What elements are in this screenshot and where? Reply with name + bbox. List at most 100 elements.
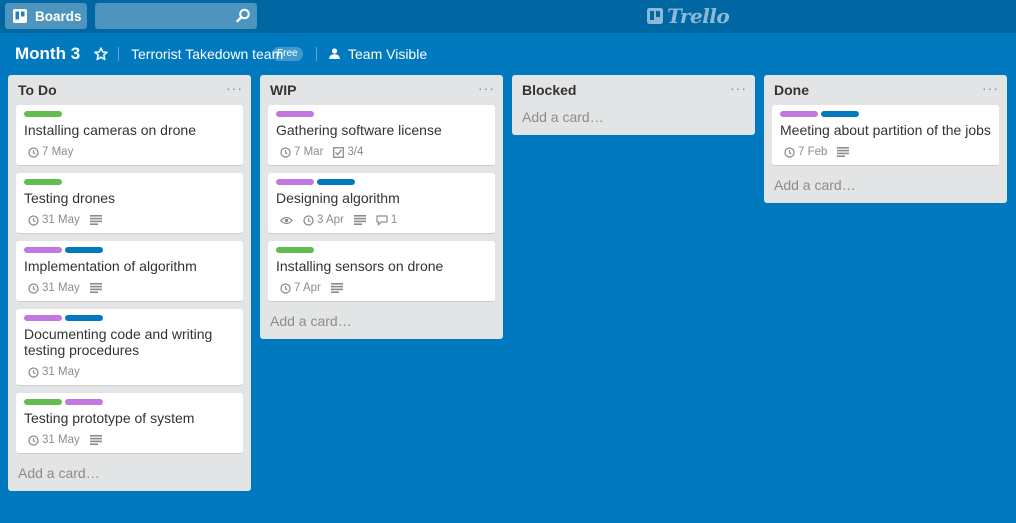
board-title[interactable]: Month 3: [15, 44, 80, 64]
card[interactable]: Testing prototype of system 31 May: [16, 393, 243, 454]
list-header: Blocked ···: [512, 75, 755, 105]
list-title[interactable]: To Do: [18, 82, 57, 98]
card-badges: 7 Apr: [276, 279, 487, 297]
card-labels: [24, 111, 235, 119]
add-card-button[interactable]: Add a card…: [512, 105, 755, 135]
due-date: 7 May: [42, 146, 74, 158]
due-date-badge: 7 Apr: [280, 282, 321, 294]
label-blue[interactable]: [65, 315, 103, 321]
plan-badge: Free: [272, 47, 303, 61]
card-title: Testing drones: [24, 190, 116, 206]
search-icon[interactable]: [236, 8, 251, 23]
card[interactable]: Designing algorithm 3 Apr 1: [268, 173, 495, 234]
star-icon[interactable]: [94, 47, 108, 61]
due-date-badge: 7 Feb: [784, 146, 827, 158]
due-date-badge: 3 Apr: [303, 214, 344, 226]
card[interactable]: Gathering software license 7 Mar 3/4: [268, 105, 495, 166]
label-purple[interactable]: [780, 111, 818, 117]
card[interactable]: Testing drones 31 May: [16, 173, 243, 234]
add-card-button[interactable]: Add a card…: [764, 173, 1007, 203]
top-bar: Boards Trello: [0, 0, 1016, 33]
label-blue[interactable]: [317, 179, 355, 185]
boards-button[interactable]: Boards: [5, 3, 87, 29]
header-divider: [118, 47, 119, 61]
due-date-badge: 7 Mar: [280, 146, 323, 158]
list-todo: To Do ··· Installing cameras on drone 7 M…: [8, 75, 251, 491]
add-card-button[interactable]: Add a card…: [260, 309, 503, 339]
card-badges: 7 Mar 3/4: [276, 143, 487, 161]
card-labels: [24, 399, 235, 407]
card-labels: [24, 247, 235, 255]
due-date: 7 Feb: [798, 146, 828, 158]
label-purple[interactable]: [276, 179, 314, 185]
trello-logo-icon: [647, 8, 663, 24]
card[interactable]: Installing sensors on drone 7 Apr: [268, 241, 495, 302]
due-date: 7 Mar: [294, 146, 324, 158]
label-purple[interactable]: [276, 111, 314, 117]
card[interactable]: Documenting code and writing testing pro…: [16, 309, 243, 386]
description-badge: [89, 215, 102, 225]
trello-logo-text: Trello: [667, 4, 730, 28]
card-badges: 31 May: [24, 431, 235, 449]
add-card-button[interactable]: Add a card…: [8, 461, 251, 491]
checklist-badge: 3/4: [333, 146, 363, 158]
list-menu-icon[interactable]: ···: [730, 80, 747, 96]
card-badges: 7 Feb: [780, 143, 991, 161]
card[interactable]: Installing cameras on drone 7 May: [16, 105, 243, 166]
clock-icon: [280, 146, 291, 158]
card-title: Documenting code and writing testing pro…: [24, 326, 213, 358]
card-badges: 31 May: [24, 363, 235, 381]
trello-logo[interactable]: Trello: [647, 4, 730, 28]
description-icon: [353, 215, 366, 225]
card-labels: [276, 247, 487, 255]
label-blue[interactable]: [821, 111, 859, 117]
list-menu-icon[interactable]: ···: [226, 80, 243, 96]
due-date-badge: 31 May: [28, 214, 80, 226]
label-purple[interactable]: [24, 315, 62, 321]
label-purple[interactable]: [65, 399, 103, 405]
card-badges: 31 May: [24, 211, 235, 229]
search-box[interactable]: [95, 3, 257, 29]
boards-icon: [13, 9, 27, 23]
card-title: Designing algorithm: [276, 190, 400, 206]
description-icon: [837, 147, 850, 157]
boards-label: Boards: [35, 8, 82, 24]
label-green[interactable]: [24, 399, 62, 405]
card-labels: [276, 179, 487, 187]
list-title[interactable]: Done: [774, 82, 809, 98]
label-purple[interactable]: [24, 247, 62, 253]
due-date: 31 May: [42, 214, 80, 226]
search-input[interactable]: [95, 3, 235, 29]
clock-icon: [784, 146, 795, 158]
eye-icon: [280, 216, 293, 225]
comment-count: 1: [390, 214, 398, 226]
list-menu-icon[interactable]: ···: [982, 80, 999, 96]
due-date: 31 May: [42, 434, 80, 446]
comments-badge: 1: [376, 214, 397, 226]
card-labels: [24, 179, 235, 187]
visibility-button[interactable]: Team Visible: [348, 46, 427, 62]
checklist-count: 3/4: [347, 146, 364, 158]
card-title: Installing sensors on drone: [276, 258, 444, 274]
list-menu-icon[interactable]: ···: [478, 80, 495, 96]
checklist-icon: [333, 146, 345, 158]
comment-icon: [376, 214, 388, 226]
label-green[interactable]: [24, 179, 62, 185]
card[interactable]: Meeting about partition of the jobs 7 Feb: [772, 105, 999, 166]
label-blue[interactable]: [65, 247, 103, 253]
card[interactable]: Implementation of algorithm 31 May: [16, 241, 243, 302]
due-date-badge: 31 May: [28, 434, 80, 446]
description-badge: [353, 215, 366, 225]
label-green[interactable]: [24, 111, 62, 117]
clock-icon: [28, 146, 39, 158]
list-title[interactable]: WIP: [270, 82, 296, 98]
due-date-badge: 7 May: [28, 146, 73, 158]
list-done: Done ··· Meeting about partition of the …: [764, 75, 1007, 203]
team-name[interactable]: Terrorist Takedown team: [131, 46, 283, 62]
label-green[interactable]: [276, 247, 314, 253]
clock-icon: [28, 434, 39, 446]
card-labels: [276, 111, 487, 119]
list-title[interactable]: Blocked: [522, 82, 576, 98]
list-wip: WIP ··· Gathering software license 7 Mar 3…: [260, 75, 503, 339]
list-header: To Do ···: [8, 75, 251, 105]
